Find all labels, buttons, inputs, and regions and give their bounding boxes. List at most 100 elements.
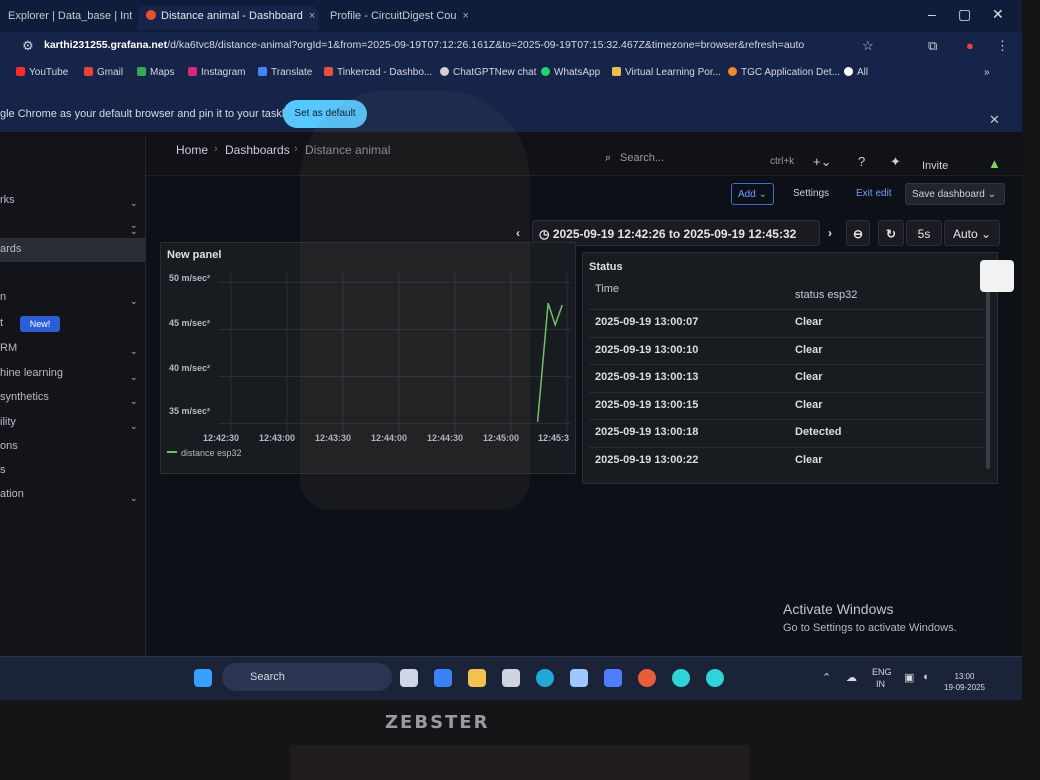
sidebar-item[interactable]: ation — [0, 488, 24, 500]
url-field[interactable]: karthi231255.grafana.net/d/ka6tvc8/dista… — [44, 39, 804, 51]
region-indicator[interactable]: IN — [876, 679, 885, 689]
exit-edit-button[interactable]: Exit edit — [850, 183, 898, 205]
browser-tab[interactable]: Profile - CircuitDigest Cou × — [322, 6, 502, 30]
language-indicator[interactable]: ENG — [872, 667, 892, 677]
refresh-interval[interactable]: 5s — [906, 220, 942, 246]
chrome-icon[interactable] — [638, 669, 656, 687]
sidebar-item[interactable]: ility — [0, 416, 16, 428]
sidebar-item[interactable]: rks — [0, 194, 15, 206]
time-forward-icon[interactable]: › — [828, 220, 832, 246]
bookmark-gmail[interactable]: Gmail — [84, 67, 123, 78]
grafana-user-avatar-icon[interactable]: ▲ — [988, 156, 1001, 171]
monitor-brand-logo: ZEBSTER — [385, 712, 490, 733]
table-row[interactable]: 2025-09-19 13:00:15 Clear — [589, 391, 985, 419]
set-default-button[interactable]: Set as default — [283, 100, 367, 128]
virtual-learning-icon — [612, 67, 621, 76]
tab-close-icon[interactable]: × — [309, 10, 315, 22]
app-icon[interactable] — [604, 669, 622, 687]
add-button[interactable]: Add ⌄ — [731, 183, 774, 205]
bookmarks-overflow-icon[interactable]: » — [984, 67, 990, 78]
status-table-panel[interactable]: Status Time status esp32 2025-09-19 13:0… — [582, 252, 998, 484]
table-row[interactable]: 2025-09-19 13:00:10 Clear — [589, 336, 985, 364]
bookmark-chatgpt[interactable]: ChatGPTNew chat — [440, 67, 536, 78]
tray-chevron-up-icon[interactable]: ⌃ — [822, 671, 831, 684]
copilot-icon[interactable] — [434, 669, 452, 687]
invite-button[interactable]: Invite — [922, 160, 948, 172]
help-icon[interactable]: ? — [858, 154, 865, 169]
bookmark-youtube[interactable]: YouTube — [16, 67, 68, 78]
extensions-icon[interactable]: ⧉ — [928, 38, 937, 54]
sidebar-item[interactable]: s — [0, 464, 6, 476]
chevron-down-icon[interactable]: ⌄ — [130, 421, 138, 432]
sidebar-item[interactable]: t — [0, 317, 3, 329]
chevron-down-icon[interactable]: ⌄ — [130, 396, 138, 407]
table-row[interactable]: 2025-09-19 13:00:18 Detected — [589, 419, 985, 446]
breadcrumb-dashboards[interactable]: Dashboards — [225, 143, 290, 157]
row-status: Clear — [795, 371, 823, 383]
refresh-mode-dropdown[interactable]: Auto ⌄ — [944, 220, 1000, 246]
table-row[interactable]: 2025-09-19 13:00:07 Clear — [589, 309, 985, 336]
bookmark-whatsapp[interactable]: WhatsApp — [541, 67, 600, 78]
chevron-down-icon[interactable]: ⌄ — [130, 372, 138, 383]
sidebar-item[interactable]: hine learning — [0, 367, 63, 379]
bookmark-virtual-learning[interactable]: Virtual Learning Por... — [612, 67, 721, 78]
search-input[interactable]: Search... — [620, 152, 664, 164]
volume-icon[interactable]: ◖ — [922, 671, 929, 683]
app-icon[interactable] — [570, 669, 588, 687]
bookmark-star-icon[interactable]: ☆ — [862, 38, 874, 54]
sparkle-assistant-icon[interactable]: ✦ — [890, 154, 901, 170]
settings-button[interactable]: Settings — [787, 183, 835, 205]
taskbar-search[interactable]: Search — [222, 663, 392, 691]
table-row[interactable]: 2025-09-19 13:00:22 Clear — [589, 446, 985, 474]
bookmark-instagram[interactable]: Instagram — [188, 67, 245, 78]
start-icon[interactable] — [194, 669, 212, 687]
bookmark-all[interactable]: All — [844, 67, 868, 78]
breadcrumb-home[interactable]: Home — [176, 143, 208, 157]
bookmark-tgc[interactable]: TGC Application Det... — [728, 67, 840, 78]
store-icon[interactable] — [502, 669, 520, 687]
menu-dots-icon[interactable]: ⋮ — [996, 38, 1009, 54]
bookmark-tinkercad[interactable]: Tinkercad - Dashbo... — [324, 67, 432, 78]
profile-avatar-icon[interactable]: ● — [966, 38, 974, 53]
row-time: 2025-09-19 13:00:15 — [595, 398, 699, 411]
bookmark-maps[interactable]: Maps — [137, 67, 174, 78]
network-icon[interactable]: ▣ — [904, 671, 914, 684]
browser-tab-active[interactable]: Distance animal - Dashboard × — [138, 6, 318, 30]
task-view-icon[interactable] — [400, 669, 418, 687]
taskbar-clock[interactable]: 13:00 19-09-2025 — [944, 671, 985, 693]
infobar-close-icon[interactable]: ✕ — [989, 112, 1000, 128]
chevron-down-icon[interactable]: ⌄ — [130, 296, 138, 307]
minimize-icon[interactable]: – — [928, 6, 936, 22]
maximize-icon[interactable]: ▢ — [958, 6, 971, 23]
sidebar-item[interactable]: ons — [0, 440, 18, 452]
table-scrollbar[interactable] — [986, 283, 990, 469]
chevron-down-icon[interactable]: ⌄ — [130, 198, 138, 209]
close-window-icon[interactable]: ✕ — [992, 6, 1004, 23]
chevron-down-icon[interactable]: ⌄ — [130, 346, 138, 357]
panel-menu-button[interactable] — [980, 260, 1014, 292]
new-plus-icon[interactable]: +⌄ — [813, 154, 831, 170]
cloud-icon[interactable]: ☁ — [846, 671, 857, 684]
table-row[interactable]: 2025-09-19 13:00:13 Clear — [589, 364, 985, 391]
file-explorer-icon[interactable] — [468, 669, 486, 687]
chart-legend[interactable]: distance esp32 — [167, 448, 242, 458]
browser-tab[interactable]: Explorer | Data_base | Int× — [0, 6, 132, 30]
app-icon[interactable] — [672, 669, 690, 687]
sidebar-item[interactable]: n — [0, 291, 6, 303]
sidebar-item-dashboards[interactable]: ards — [0, 238, 146, 262]
chevron-down-icon[interactable]: ⌄ — [130, 493, 138, 504]
bookmark-translate[interactable]: Translate — [258, 67, 312, 78]
sidebar-item[interactable]: synthetics — [0, 391, 49, 403]
app-icon[interactable] — [706, 669, 724, 687]
column-header-status[interactable]: status esp32 — [795, 289, 857, 301]
tab-close-icon[interactable]: × — [463, 10, 469, 22]
zoom-out-icon[interactable]: ⊖ — [846, 220, 870, 246]
site-info-icon[interactable]: ⚙ — [22, 38, 34, 54]
chevron-down-icon[interactable]: ⌄ — [130, 220, 138, 231]
sidebar-item[interactable]: RM — [0, 342, 17, 354]
column-header-time[interactable]: Time — [595, 283, 619, 295]
save-dashboard-button[interactable]: Save dashboard ⌄ — [905, 183, 1005, 205]
edge-icon[interactable] — [536, 669, 554, 687]
chart-panel[interactable]: New panel 50 m/sec² 45 m/sec² 40 m/sec² … — [160, 242, 576, 474]
refresh-icon[interactable]: ↻ — [878, 220, 904, 246]
